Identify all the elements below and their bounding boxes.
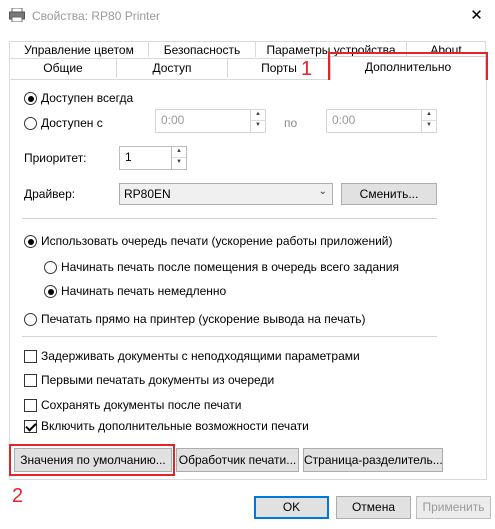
advanced-features-label: Включить дополнительные возможности печа…: [41, 419, 309, 433]
hold-mismatched-label: Задерживать документы с неподходящими па…: [41, 349, 360, 363]
down-arrow-icon[interactable]: ▼: [422, 121, 436, 132]
keep-printed-checkbox[interactable]: [24, 399, 37, 412]
use-spool-radio[interactable]: [24, 235, 37, 248]
close-icon[interactable]: ✕: [458, 0, 495, 30]
from-time-stepper[interactable]: 0:00 ▲ ▼: [155, 109, 266, 133]
to-time-value: 0:00: [332, 113, 356, 127]
after-last-page-label: Начинать печать после помещения в очеред…: [61, 260, 399, 274]
annotation-number-2: 2: [12, 485, 24, 507]
window-title: Свойства: RP80 Printer: [32, 9, 161, 23]
tab-ports[interactable]: Порты: [227, 58, 331, 78]
after-last-page-radio[interactable]: [44, 261, 57, 274]
tab-color-management[interactable]: Управление цветом: [9, 41, 149, 57]
available-from-label: Доступен с: [41, 116, 103, 130]
down-arrow-icon[interactable]: ▼: [251, 121, 265, 132]
print-immediately-radio[interactable]: [44, 285, 57, 298]
advanced-features-checkbox[interactable]: [24, 420, 37, 433]
priority-value: 1: [125, 150, 132, 164]
print-direct-label: Печатать прямо на принтер (ускорение выв…: [41, 312, 366, 326]
use-spool-label: Использовать очередь печати (ускорение р…: [41, 234, 393, 248]
available-from-radio[interactable]: [24, 117, 37, 130]
hold-mismatched-checkbox[interactable]: [24, 350, 37, 363]
down-arrow-icon[interactable]: ▼: [172, 158, 186, 169]
always-available-label: Доступен всегда: [41, 91, 134, 105]
separator-page-button[interactable]: Страница-разделитель...: [303, 448, 443, 472]
tab-about[interactable]: About: [406, 41, 486, 57]
spooled-first-checkbox[interactable]: [24, 374, 37, 387]
separator: [22, 336, 437, 337]
tab-sharing[interactable]: Доступ: [116, 58, 228, 78]
always-available-radio[interactable]: [24, 92, 37, 105]
chevron-down-icon: ⌄: [318, 186, 327, 197]
ok-button[interactable]: OK: [254, 496, 329, 519]
spooled-first-label: Первыми печатать документы из очереди: [41, 373, 275, 387]
up-arrow-icon[interactable]: ▲: [422, 110, 436, 121]
change-driver-button[interactable]: Сменить...: [341, 183, 437, 205]
driver-select[interactable]: RP80EN ⌄: [119, 183, 333, 205]
priority-stepper[interactable]: 1 ▲ ▼: [119, 146, 187, 170]
print-processor-button[interactable]: Обработчик печати...: [176, 448, 299, 472]
driver-label: Драйвер:: [24, 187, 76, 201]
keep-printed-label: Сохранять документы после печати: [41, 398, 242, 412]
apply-button[interactable]: Применить: [416, 496, 491, 519]
tab-advanced[interactable]: Дополнительно: [330, 56, 486, 80]
to-time-stepper[interactable]: 0:00 ▲ ▼: [326, 109, 437, 133]
printer-icon: [9, 8, 25, 22]
separator: [22, 218, 437, 219]
driver-value: RP80EN: [124, 187, 171, 201]
tab-general[interactable]: Общие: [9, 58, 117, 78]
annotation-number-1: 1: [301, 58, 313, 80]
priority-label: Приоритет:: [24, 151, 87, 165]
tab-device-settings[interactable]: Параметры устройства: [255, 41, 407, 57]
print-direct-radio[interactable]: [24, 313, 37, 326]
cancel-button[interactable]: Отмена: [336, 496, 411, 519]
up-arrow-icon[interactable]: ▲: [172, 147, 186, 158]
from-time-value: 0:00: [161, 113, 185, 127]
tab-security[interactable]: Безопасность: [148, 41, 256, 57]
print-immediately-label: Начинать печать немедленно: [61, 284, 227, 298]
printing-defaults-button[interactable]: Значения по умолчанию...: [14, 448, 172, 472]
up-arrow-icon[interactable]: ▲: [251, 110, 265, 121]
to-label: по: [284, 116, 298, 130]
